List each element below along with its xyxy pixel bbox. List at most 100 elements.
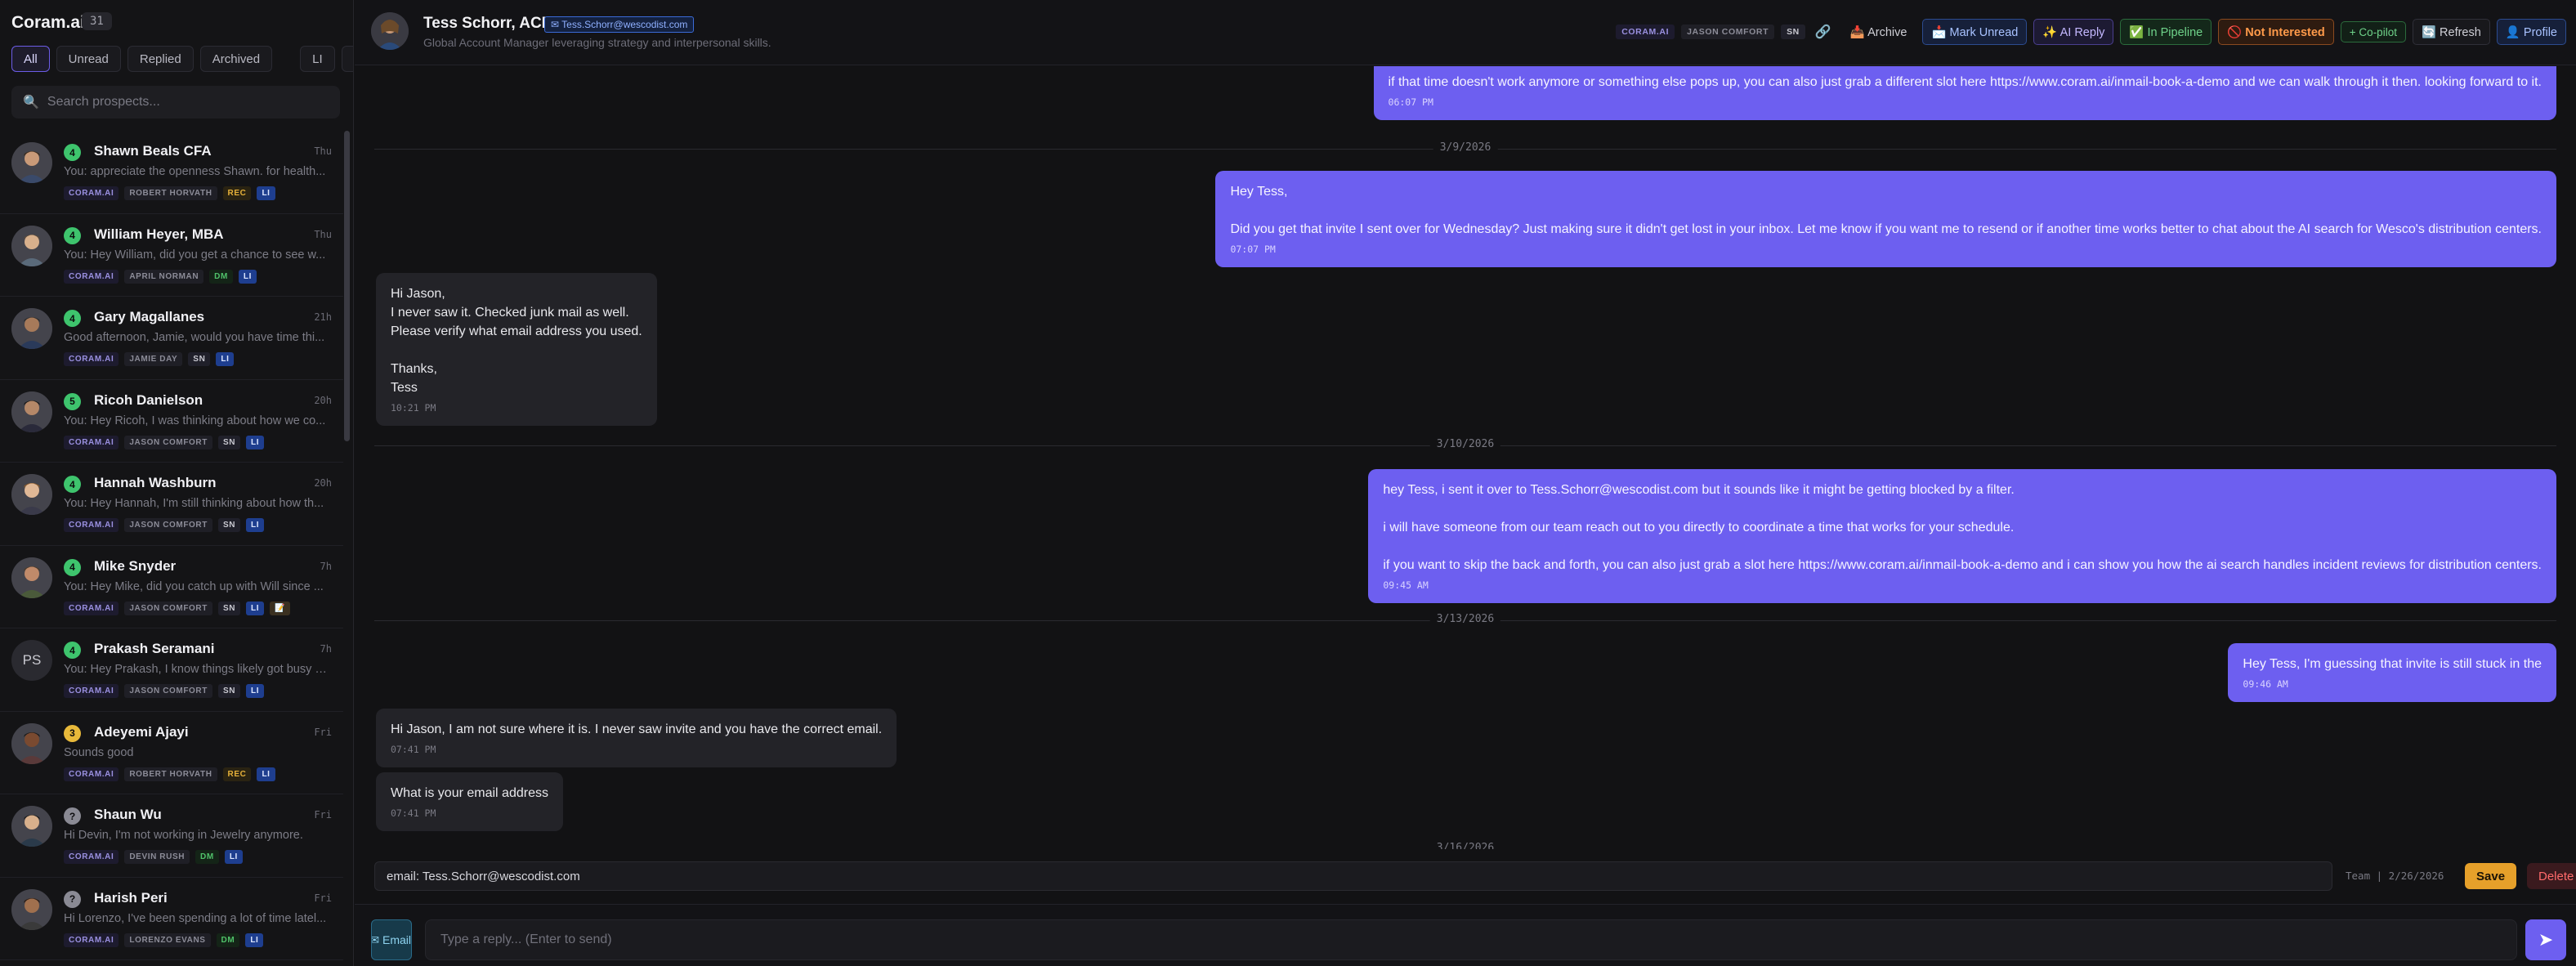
send-button[interactable]: ➤ (2525, 919, 2566, 960)
lead-score-badge: 4 (64, 226, 81, 244)
prospect-item[interactable]: 4 Gary Magallanes 21h Good afternoon, Jamie… (0, 297, 343, 380)
prospect-avatar (11, 557, 52, 598)
filter-tab-replied[interactable]: Replied (127, 46, 194, 72)
org-tag: CORAM.AI (64, 269, 119, 284)
prospect-item[interactable]: ? Harish Peri Fri Hi Lorenzo, I've been spe… (0, 878, 343, 960)
message-text: Hi Jason, (391, 287, 445, 301)
prospect-tags: CORAM.AI JASON COMFORT SN LI (64, 518, 265, 532)
sidebar-scrollbar[interactable] (344, 131, 350, 441)
lead-score-badge: ? (64, 807, 81, 825)
delete-note-button[interactable]: Delete (2527, 863, 2576, 889)
filter-tab-all[interactable]: All (11, 46, 50, 72)
message-text: Please verify what email address you use… (391, 324, 642, 338)
line-spacer (1383, 499, 2542, 518)
prospect-preview: You: Hey William, did you get a chance t… (64, 248, 326, 262)
reply-input[interactable] (425, 919, 2517, 960)
email-channel-toggle[interactable]: ✉ Email (371, 919, 412, 960)
prospect-note: email: Tess.Schorr@wescodist.com Team | … (374, 861, 2576, 891)
prospect-item[interactable]: 3 Adeyemi Ajayi Fri Sounds good CORAM.AI ROBE… (0, 712, 343, 794)
org-tag: CORAM.AI (64, 932, 119, 947)
message-text: Tess (391, 381, 418, 395)
prospect-preview: Sounds good (64, 745, 134, 759)
sn-tag: SN (217, 435, 241, 449)
message-timestamp: 09:46 AM (2243, 678, 2288, 690)
ai-reply-button[interactable]: ✨ AI Reply (2033, 19, 2114, 45)
prospect-list: 4 Shawn Beals CFA Thu You: appreciate the o… (0, 131, 343, 960)
li-tag: LI (257, 186, 275, 200)
owner-tag: ROBERT HORVATH (124, 186, 217, 200)
contact-email-badge[interactable]: ✉ Tess.Schorr@wescodist.com (544, 16, 695, 33)
prospect-preview: You: Hey Mike, did you catch up with Wil… (64, 579, 324, 593)
filter-tab-unread[interactable]: Unread (56, 46, 121, 72)
li-tag: LI (216, 352, 235, 366)
prospect-preview: You: Hey Hannah, I'm still thinking abou… (64, 497, 324, 510)
prospect-name: Adeyemi Ajayi (94, 723, 189, 740)
prospect-item[interactable]: 4 Shawn Beals CFA Thu You: appreciate the o… (0, 131, 343, 214)
owner-tag: ROBERT HORVATH (124, 767, 217, 781)
prospect-avatar (11, 474, 52, 515)
prospect-name: Ricoh Danielson (94, 391, 203, 408)
archive-button[interactable]: 📥 Archive (1841, 19, 1916, 45)
prospect-item[interactable]: PS 4 Prakash Seramani 7h You: Hey Prakash, I… (0, 628, 343, 712)
not-interested-button[interactable]: 🚫 Not Interested (2218, 19, 2334, 45)
save-note-button[interactable]: Save (2465, 863, 2517, 889)
header-actions: CORAM.AI JASON COMFORT SN 🔗 📥 Archive 📩 … (1616, 19, 2566, 45)
filter-tab-archived[interactable]: Archived (199, 46, 273, 72)
org-tag: CORAM.AI (64, 601, 119, 615)
filter-tab-li[interactable]: LI (300, 46, 335, 72)
prospect-item[interactable]: 4 Mike Snyder 7h You: Hey Mike, did you cat… (0, 546, 343, 628)
owner-tag: JASON COMFORT (124, 518, 212, 532)
prospect-tags: CORAM.AI LORENZO EVANS DM LI (64, 932, 264, 947)
refresh-button[interactable]: 🔄 Refresh (2412, 19, 2490, 45)
prospect-name: Shawn Beals CFA (94, 143, 212, 159)
prospect-avatar (11, 308, 52, 349)
send-icon: ➤ (2538, 929, 2554, 950)
profile-button[interactable]: 👤 Profile (2496, 19, 2566, 45)
link-icon[interactable]: 🔗 (1815, 24, 1831, 40)
lead-score-badge: 4 (64, 642, 81, 659)
li-tag: LI (246, 518, 265, 532)
note-text[interactable]: email: Tess.Schorr@wescodist.com (374, 861, 2332, 891)
date-label: 3/16/2026 (1429, 842, 1501, 849)
message-text: hey Tess, i sent it over to Tess.Schorr@… (1383, 483, 2015, 497)
filter-tab-em[interactable]: EM (341, 46, 353, 72)
li-tag: LI (246, 435, 265, 449)
owner-tag: DEVIN RUSH (124, 850, 190, 864)
copilot-button[interactable]: + Co-pilot (2340, 21, 2406, 42)
prospect-avatar (11, 806, 52, 847)
message-text: I never saw it. Checked junk mail as wel… (391, 306, 629, 320)
li-tag: LI (246, 684, 265, 698)
sn-tag: SN (217, 684, 241, 698)
prospect-item[interactable]: 4 William Heyer, MBA Thu You: Hey William, … (0, 214, 343, 297)
prospect-search[interactable]: 🔍 (11, 86, 340, 119)
prospect-item[interactable]: 5 Ricoh Danielson 20h You: Hey Ricoh, I was… (0, 380, 343, 463)
date-label: 3/10/2026 (1429, 438, 1501, 450)
prospect-preview: Hi Lorenzo, I've been spending a lot of … (64, 911, 327, 925)
outgoing-message: if that time doesn't work anymore or som… (1373, 66, 2556, 120)
owner-tag: APRIL NORMAN (124, 269, 204, 284)
message-text: Hey Tess, (1230, 185, 1288, 199)
note-meta: Team | 2/26/2026 (2346, 870, 2444, 882)
prospect-time: 20h (314, 394, 332, 406)
li-tag: LI (257, 767, 275, 781)
line-spacer (1230, 201, 2542, 220)
lead-score-badge: ? (64, 890, 81, 908)
sn-tag: SN (217, 518, 241, 532)
prospect-tags: CORAM.AI JASON COMFORT SN LI (64, 684, 265, 698)
prospect-item[interactable]: 4 Hannah Washburn 20h You: Hey Hannah, I'm … (0, 463, 343, 546)
prospect-avatar (11, 391, 52, 432)
prospect-sidebar: Coram.ai 31 All Unread Replied Archived … (0, 0, 354, 966)
lead-score-badge: 5 (64, 392, 81, 410)
sn-tag: SN (188, 352, 211, 366)
search-input[interactable] (47, 95, 325, 110)
prospect-time: 20h (314, 477, 332, 489)
in-pipeline-button[interactable]: ✅ In Pipeline (2120, 19, 2212, 45)
rec-tag: REC (222, 186, 252, 200)
prospect-avatar (11, 888, 52, 930)
mark-unread-button[interactable]: 📩 Mark Unread (1922, 19, 2028, 45)
prospect-name: Gary Magallanes (94, 309, 205, 324)
prospect-tags: CORAM.AI ROBERT HORVATH REC LI (64, 767, 275, 781)
outgoing-message: Hey Tess, I'm guessing that invite is st… (2228, 643, 2556, 702)
prospect-item[interactable]: ? Shaun Wu Fri Hi Devin, I'm not working in… (0, 794, 343, 878)
prospect-preview: You: Hey Prakash, I know things likely g… (64, 663, 330, 676)
